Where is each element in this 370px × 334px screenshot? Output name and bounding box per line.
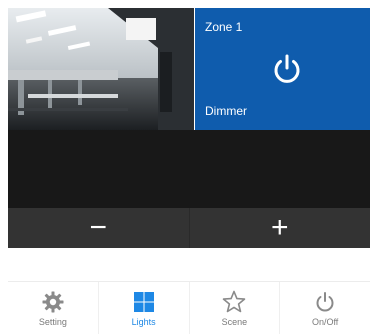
left-margin — [0, 0, 8, 250]
nav-label-setting: Setting — [39, 317, 67, 327]
zone-tile[interactable]: Zone 1 Dimmer — [195, 8, 370, 130]
power-icon — [312, 290, 338, 314]
bottom-nav: Setting Lights Scene On/Off — [8, 281, 370, 334]
nav-item-scene[interactable]: Scene — [190, 282, 281, 334]
windows-grid-icon — [131, 290, 157, 314]
power-icon[interactable] — [270, 52, 304, 86]
office-photo-image — [8, 8, 194, 130]
nav-label-onoff: On/Off — [312, 317, 338, 327]
gear-icon — [40, 290, 66, 314]
nav-label-scene: Scene — [222, 317, 248, 327]
plus-icon: + — [271, 211, 289, 245]
zone-title: Zone 1 — [205, 20, 242, 34]
zone-mode-label: Dimmer — [205, 104, 247, 118]
minus-icon: − — [89, 211, 107, 245]
room-photo[interactable] — [8, 8, 194, 130]
decrease-button[interactable]: − — [8, 208, 190, 248]
nav-item-lights[interactable]: Lights — [99, 282, 190, 334]
nav-item-setting[interactable]: Setting — [8, 282, 99, 334]
star-icon — [221, 290, 247, 314]
dimmer-controls: − + — [8, 208, 370, 248]
nav-label-lights: Lights — [132, 317, 156, 327]
nav-item-onoff[interactable]: On/Off — [280, 282, 370, 334]
increase-button[interactable]: + — [190, 208, 370, 248]
dimmer-panel — [8, 130, 370, 208]
